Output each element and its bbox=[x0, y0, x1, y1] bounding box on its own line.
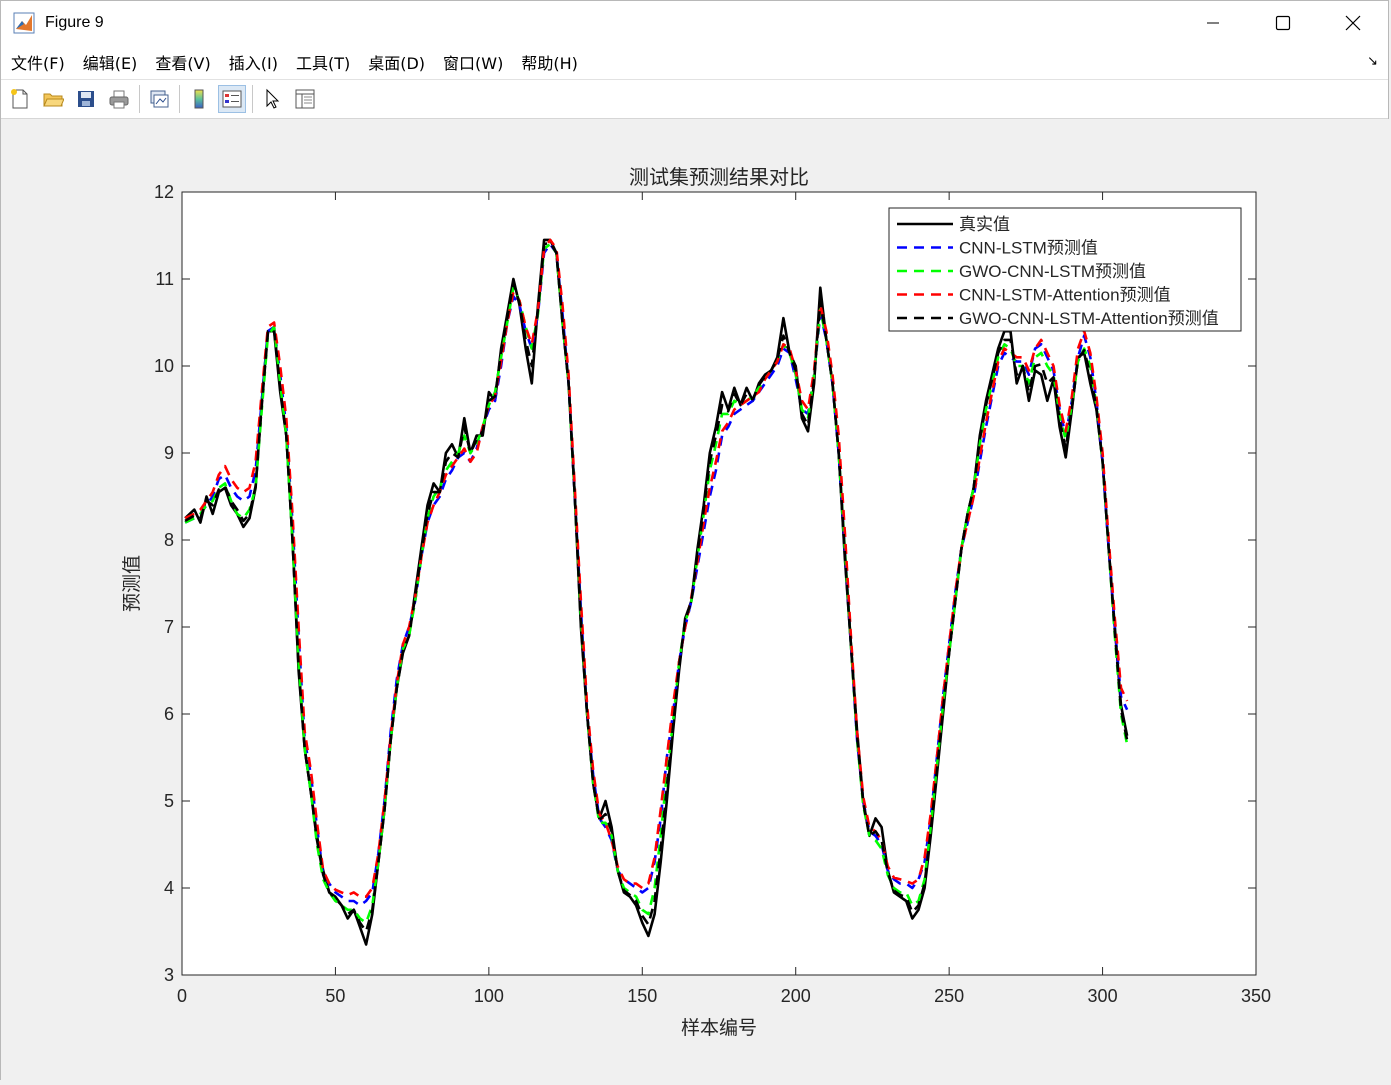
window-title: Figure 9 bbox=[45, 14, 104, 31]
y-tick-label: 5 bbox=[164, 791, 174, 811]
figure-window: Figure 9 文件(F) 编辑(E) 查看(V) 插入(I) 工具(T) 桌… bbox=[0, 0, 1390, 1081]
maximize-icon bbox=[1275, 15, 1291, 31]
legend-icon bbox=[222, 90, 242, 108]
legend-label-gwo-cnn-lstm: GWO-CNN-LSTM预测值 bbox=[959, 262, 1146, 281]
edit-plot-button[interactable] bbox=[258, 85, 286, 113]
x-tick-label: 50 bbox=[325, 986, 345, 1006]
x-tick-label: 200 bbox=[781, 986, 811, 1006]
menu-edit[interactable]: 编辑(E) bbox=[83, 50, 138, 74]
y-tick-label: 4 bbox=[164, 878, 174, 898]
x-tick-label: 150 bbox=[627, 986, 657, 1006]
property-inspector-button[interactable] bbox=[291, 85, 319, 113]
link-plot-button[interactable] bbox=[145, 85, 173, 113]
y-tick-label: 6 bbox=[164, 704, 174, 724]
open-file-button[interactable] bbox=[39, 85, 67, 113]
close-button[interactable] bbox=[1318, 1, 1388, 45]
toolbar-separator bbox=[139, 85, 140, 113]
menu-bar: 文件(F) 编辑(E) 查看(V) 插入(I) 工具(T) 桌面(D) 窗口(W… bbox=[1, 45, 1388, 80]
toolbar-separator bbox=[252, 85, 253, 113]
link-plot-icon bbox=[150, 90, 169, 108]
minimize-icon bbox=[1207, 22, 1219, 24]
colorbar-icon bbox=[194, 89, 204, 109]
print-icon bbox=[109, 90, 129, 109]
y-tick-label: 11 bbox=[155, 269, 174, 289]
title-bar: Figure 9 bbox=[1, 1, 1388, 45]
open-file-icon bbox=[43, 93, 64, 107]
legend-button[interactable] bbox=[218, 85, 246, 113]
menu-window[interactable]: 窗口(W) bbox=[443, 50, 503, 74]
menu-help[interactable]: 帮助(H) bbox=[521, 50, 578, 74]
new-figure-icon bbox=[11, 89, 28, 109]
menu-tools[interactable]: 工具(T) bbox=[296, 50, 350, 74]
menu-insert[interactable]: 插入(I) bbox=[229, 50, 278, 74]
minimize-button[interactable] bbox=[1178, 1, 1248, 45]
y-axis-label: 预测值 bbox=[121, 555, 143, 612]
menu-file[interactable]: 文件(F) bbox=[11, 50, 65, 74]
print-button[interactable] bbox=[105, 85, 133, 113]
menu-desktop[interactable]: 桌面(D) bbox=[368, 50, 425, 74]
maximize-button[interactable] bbox=[1248, 1, 1318, 45]
line-chart: 0 50 100 150 200 250 300 350 3 4 5 6 7 8 9 10 11 12 测试集预测… bbox=[121, 166, 1271, 1039]
chart-title: 测试集预测结果对比 bbox=[629, 166, 809, 189]
y-tick-label: 7 bbox=[164, 617, 174, 637]
legend[interactable]: 真实值 CNN-LSTM预测值 GWO-CNN-LSTM预测值 CNN-LSTM-At… bbox=[888, 207, 1242, 332]
x-tick-label: 350 bbox=[1241, 986, 1271, 1006]
x-axis-label: 样本编号 bbox=[681, 1017, 757, 1039]
new-figure-button[interactable] bbox=[6, 85, 34, 113]
window-controls bbox=[1178, 1, 1388, 45]
x-tick-label: 100 bbox=[474, 986, 504, 1006]
toolbar-separator bbox=[179, 85, 180, 113]
legend-label-true-value: 真实值 bbox=[959, 215, 1010, 234]
y-tick-label: 10 bbox=[154, 356, 174, 376]
menu-view[interactable]: 查看(V) bbox=[155, 50, 210, 74]
y-tick-label: 9 bbox=[164, 443, 174, 463]
close-icon bbox=[1345, 15, 1361, 31]
save-icon bbox=[78, 91, 94, 107]
y-tick-label: 8 bbox=[164, 530, 174, 550]
x-tick-label: 300 bbox=[1088, 986, 1118, 1006]
colorbar-button[interactable] bbox=[185, 85, 213, 113]
property-inspector-icon bbox=[295, 89, 315, 109]
legend-label-cnn-lstm: CNN-LSTM预测值 bbox=[959, 239, 1098, 258]
legend-label-gwo-cnn-lstm-attention: GWO-CNN-LSTM-Attention预测值 bbox=[959, 309, 1219, 328]
legend-label-cnn-lstm-attention: CNN-LSTM-Attention预测值 bbox=[959, 286, 1171, 305]
figure-canvas: 0 50 100 150 200 250 300 350 3 4 5 6 7 8 9 10 11 12 测试集预测… bbox=[1, 119, 1390, 1081]
edit-plot-pointer-icon bbox=[266, 88, 280, 109]
x-tick-label: 250 bbox=[934, 986, 964, 1006]
y-tick-label: 12 bbox=[154, 182, 174, 202]
x-tick-label: 0 bbox=[177, 986, 187, 1006]
toolbar bbox=[1, 80, 1388, 119]
matlab-logo-icon bbox=[13, 12, 35, 34]
save-button[interactable] bbox=[72, 85, 100, 113]
y-tick-label: 3 bbox=[164, 965, 174, 985]
dock-arrow-icon[interactable]: ↘ bbox=[1367, 54, 1378, 69]
